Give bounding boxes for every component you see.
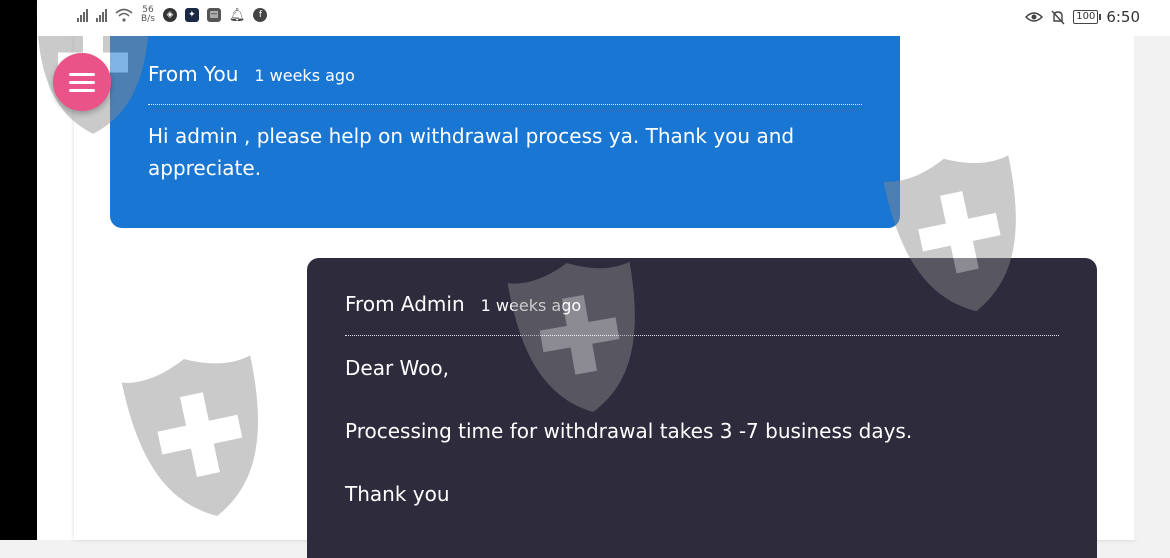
message-line: Thank you [345, 482, 450, 506]
wifi-icon [115, 8, 133, 22]
eye-icon [1025, 12, 1044, 22]
message-header: From You 1 weeks ago [148, 62, 355, 86]
signal-icon [96, 8, 107, 22]
bell-off-icon [1051, 10, 1065, 24]
signal-icon [77, 8, 88, 22]
facebook-icon: f [253, 8, 268, 22]
left-edge [0, 0, 37, 540]
message-divider [148, 104, 862, 105]
app-icon: ✦ [184, 8, 199, 22]
battery-indicator: 100 [1073, 10, 1102, 24]
status-right: 100 6:50 [1025, 8, 1140, 26]
message-body: Dear Woo, Processing time for withdrawal… [345, 352, 1065, 541]
status-left: 56 B/s ◈ ✦ ▤ 🔔︎ f [77, 5, 268, 24]
right-edge [1134, 0, 1170, 540]
bell-icon: 🔔︎ [228, 7, 246, 23]
message-text: Hi admin , please help on withdrawal pro… [148, 124, 795, 180]
status-bar: 56 B/s ◈ ✦ ▤ 🔔︎ f 100 6:50 [37, 0, 1170, 36]
message-from-admin: From Admin 1 weeks ago Dear Woo, Process… [307, 258, 1097, 558]
menu-button[interactable] [53, 53, 111, 111]
message-from-you: From You 1 weeks ago Hi admin , please h… [110, 36, 900, 228]
hamburger-menu-icon [69, 72, 95, 76]
network-speed: 56 B/s [141, 5, 155, 24]
message-time: 1 weeks ago [254, 66, 355, 85]
message-time: 1 weeks ago [480, 296, 582, 315]
message-sender: From Admin [345, 292, 465, 316]
message-sender: From You [148, 62, 239, 86]
message-line: Processing time for withdrawal takes 3 -… [345, 419, 913, 443]
app-icon: ◈ [162, 8, 177, 22]
message-header: From Admin 1 weeks ago [345, 292, 581, 316]
message-divider [345, 335, 1059, 336]
clock: 6:50 [1106, 8, 1140, 26]
message-line: Dear Woo, [345, 356, 449, 380]
app-icon: ▤ [206, 8, 221, 22]
